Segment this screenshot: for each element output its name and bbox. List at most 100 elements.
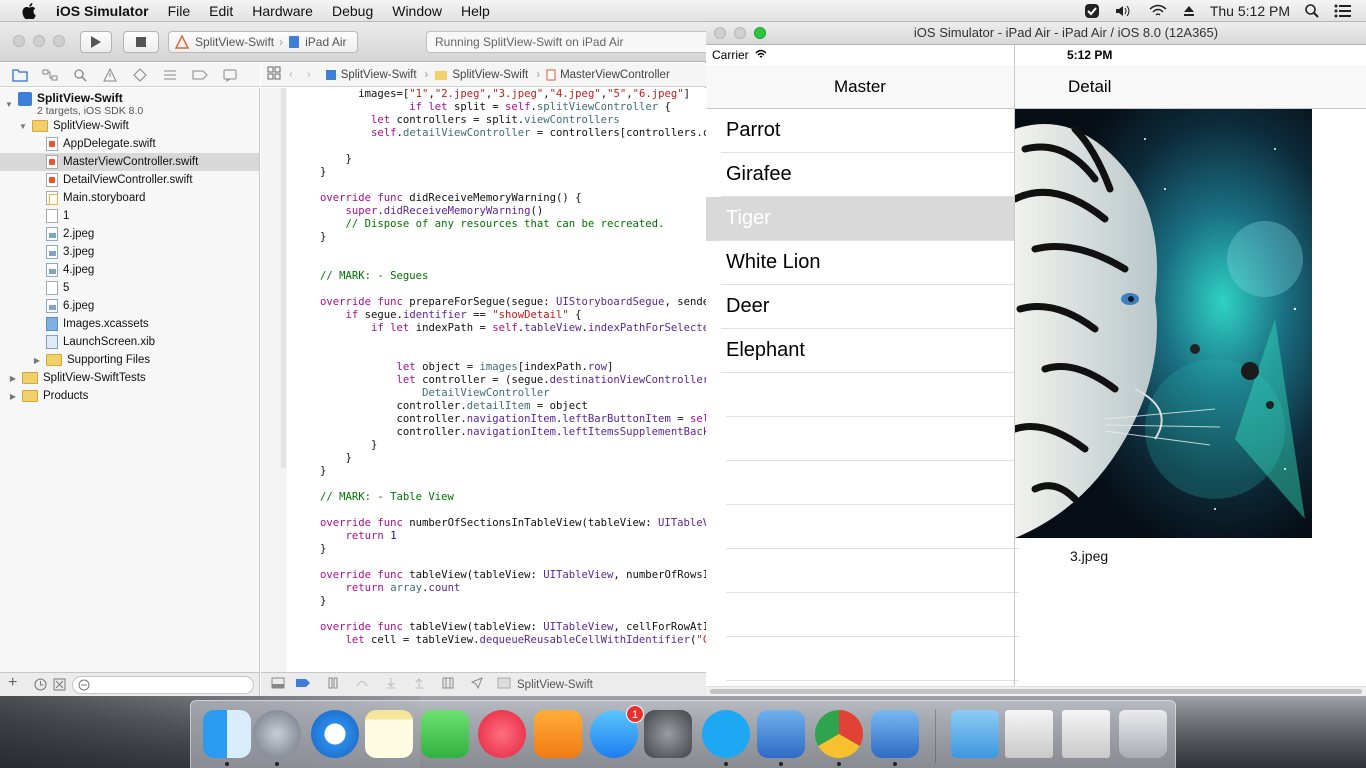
- issue-navigator-icon[interactable]: [100, 65, 120, 85]
- launchpad-icon[interactable]: [253, 710, 301, 758]
- safari-icon[interactable]: [311, 710, 359, 758]
- zoom-button[interactable]: [53, 35, 65, 47]
- eject-icon[interactable]: [1182, 4, 1196, 18]
- simulator-scrollbar[interactable]: [706, 686, 1366, 696]
- scheme-selector[interactable]: SplitView-Swift › iPad Air: [168, 31, 358, 53]
- debug-navigator-icon[interactable]: [160, 65, 180, 85]
- step-out-icon[interactable]: [413, 677, 425, 692]
- menu-edit[interactable]: Edit: [209, 3, 233, 19]
- master-cell[interactable]: White Lion: [706, 241, 1014, 285]
- run-button[interactable]: [80, 31, 112, 53]
- forward-arrow-icon[interactable]: ›: [307, 69, 311, 81]
- back-arrow-icon[interactable]: ‹: [289, 69, 293, 81]
- notes-icon[interactable]: [365, 710, 413, 758]
- minimize-button[interactable]: [33, 35, 45, 47]
- ios-simulator-icon[interactable]: [871, 710, 919, 758]
- navigator-file-row[interactable]: MasterViewController.swift: [0, 153, 259, 171]
- master-cell[interactable]: Parrot: [706, 109, 1014, 153]
- close-button[interactable]: [13, 35, 25, 47]
- jumpbar-file[interactable]: MasterViewController: [546, 69, 670, 81]
- navigator-file-row[interactable]: LaunchScreen.xib: [0, 333, 259, 351]
- navigator-group-row[interactable]: ▶ Supporting Files: [0, 351, 259, 369]
- wifi-icon[interactable]: [1148, 3, 1168, 19]
- jumpbar-project[interactable]: SplitView-Swift: [325, 69, 417, 81]
- apple-menu-icon[interactable]: [20, 2, 38, 20]
- ibooks-icon[interactable]: [534, 710, 582, 758]
- navigator-file-row[interactable]: 3.jpeg: [0, 243, 259, 261]
- menu-help[interactable]: Help: [461, 3, 490, 19]
- system-preferences-icon[interactable]: [644, 710, 692, 758]
- menu-file[interactable]: File: [168, 3, 191, 19]
- breakpoint-navigator-icon[interactable]: [190, 65, 210, 85]
- navigator-group-row[interactable]: ▶ Products: [0, 387, 259, 405]
- code-editor[interactable]: images=["1","2.jpeg","3.jpeg","4.jpeg","…: [261, 88, 706, 672]
- master-cell[interactable]: Elephant: [706, 329, 1014, 373]
- navigator-file-row[interactable]: Images.xcassets: [0, 315, 259, 333]
- add-icon[interactable]: +: [8, 674, 17, 692]
- skype-icon[interactable]: [1084, 3, 1100, 19]
- navigator-group-row[interactable]: ▶ SplitView-SwiftTests: [0, 369, 259, 387]
- simulate-location-icon[interactable]: [470, 677, 483, 692]
- navigator-file-row[interactable]: 2.jpeg: [0, 225, 259, 243]
- scrollbar-thumb[interactable]: [710, 689, 1362, 694]
- navigator-group-row[interactable]: ▼ SplitView-Swift: [0, 117, 259, 135]
- stop-button[interactable]: [123, 31, 159, 53]
- disclosure-right-icon[interactable]: ▶: [8, 374, 18, 383]
- pause-icon[interactable]: [327, 677, 339, 692]
- finder-icon[interactable]: [203, 710, 251, 758]
- navigator-file-row[interactable]: Main.storyboard: [0, 189, 259, 207]
- applications-folder-icon[interactable]: [951, 710, 999, 758]
- test-navigator-icon[interactable]: [130, 65, 150, 85]
- master-cell[interactable]: Girafee: [706, 153, 1014, 197]
- find-navigator-icon[interactable]: [70, 65, 90, 85]
- source-control-filter-icon[interactable]: [53, 678, 66, 694]
- report-navigator-icon[interactable]: [220, 65, 240, 85]
- navigator-filter-input[interactable]: [72, 676, 254, 694]
- volume-icon[interactable]: [1114, 3, 1134, 19]
- sim-zoom-button[interactable]: [754, 27, 766, 39]
- symbol-navigator-icon[interactable]: [40, 65, 60, 85]
- sim-minimize-button[interactable]: [734, 27, 746, 39]
- skype-icon[interactable]: [702, 710, 750, 758]
- chrome-icon[interactable]: [815, 710, 863, 758]
- menu-app-name[interactable]: iOS Simulator: [56, 3, 149, 19]
- jumpbar-group[interactable]: SplitView-Swift: [434, 69, 528, 81]
- menu-hardware[interactable]: Hardware: [252, 3, 313, 19]
- step-into-icon[interactable]: [385, 677, 397, 692]
- disclosure-right-icon[interactable]: ▶: [32, 356, 42, 365]
- navigator-file-row[interactable]: 6.jpeg: [0, 297, 259, 315]
- ipad-screen[interactable]: Carrier 5:12 PM Master Detail Parrot Gira…: [706, 45, 1366, 686]
- navigator-file-row[interactable]: AppDelegate.swift: [0, 135, 259, 153]
- recent-screenshot-icon[interactable]: [1005, 710, 1053, 758]
- navigator-file-row[interactable]: 4.jpeg: [0, 261, 259, 279]
- menu-window[interactable]: Window: [392, 3, 442, 19]
- notification-center-icon[interactable]: [1334, 4, 1352, 18]
- related-items-icon[interactable]: [267, 66, 281, 83]
- master-cell[interactable]: Deer: [706, 285, 1014, 329]
- recent-files-icon[interactable]: [34, 678, 47, 694]
- app-store-icon[interactable]: 1: [590, 705, 644, 758]
- sim-close-button[interactable]: [714, 27, 726, 39]
- menu-debug[interactable]: Debug: [332, 3, 373, 19]
- view-hierarchy-icon[interactable]: [441, 677, 455, 692]
- facetime-icon[interactable]: [421, 710, 469, 758]
- trash-icon[interactable]: [1119, 710, 1167, 758]
- project-root-row[interactable]: ▼ SplitView-Swift 2 targets, iOS SDK 8.0: [0, 90, 259, 118]
- navigator-file-row[interactable]: 5: [0, 279, 259, 297]
- xcode-icon[interactable]: [757, 710, 805, 758]
- step-over-icon[interactable]: [355, 677, 369, 692]
- navigator-file-row[interactable]: 1: [0, 207, 259, 225]
- itunes-icon[interactable]: [478, 710, 526, 758]
- master-cell[interactable]: Tiger: [706, 197, 1014, 241]
- menu-clock[interactable]: Thu 5:12 PM: [1210, 3, 1290, 19]
- breakpoints-toggle-icon[interactable]: [295, 678, 311, 691]
- project-navigator-icon[interactable]: [10, 65, 30, 85]
- disclosure-down-icon[interactable]: ▼: [4, 100, 14, 109]
- debug-target-label[interactable]: SplitView-Swift: [517, 679, 593, 691]
- spotlight-icon[interactable]: [1304, 3, 1320, 19]
- disclosure-right-icon[interactable]: ▶: [8, 392, 18, 401]
- navigator-file-row[interactable]: DetailViewController.swift: [0, 171, 259, 189]
- recent-screenshot-icon[interactable]: [1062, 710, 1110, 758]
- hide-debug-area-icon[interactable]: [271, 677, 285, 692]
- disclosure-down-icon[interactable]: ▼: [18, 122, 28, 131]
